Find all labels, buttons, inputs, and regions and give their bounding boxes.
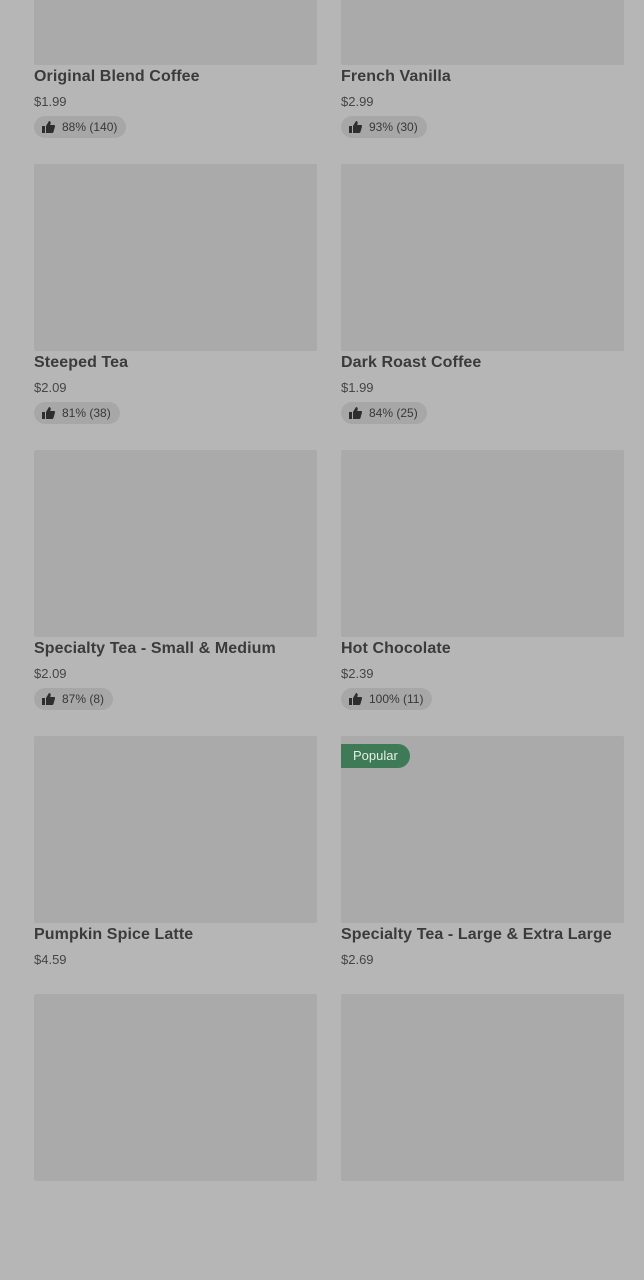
product-price: $4.59 (34, 952, 67, 967)
product-name[interactable]: Hot Chocolate (341, 640, 451, 658)
product-name[interactable]: Steeped Tea (34, 354, 128, 372)
thumbs-up-icon (349, 693, 362, 705)
product-image[interactable] (34, 736, 317, 923)
product-name[interactable]: Original Blend Coffee (34, 68, 200, 86)
product-price: $2.99 (341, 94, 374, 109)
rating-pill: 100% (11) (341, 688, 433, 710)
rating-text: 87% (8) (62, 692, 105, 706)
product-card[interactable]: Hot Chocolate $2.39 100% (11) (341, 450, 624, 736)
product-card[interactable]: Specialty Tea - Small & Medium $2.09 87%… (34, 450, 317, 736)
rating-pill: 93% (30) (341, 116, 427, 138)
product-price: $2.09 (34, 380, 67, 395)
product-card[interactable]: French Vanilla $2.99 93% (30) (341, 0, 624, 164)
rating-pill: 81% (38) (34, 402, 120, 424)
product-price: $1.99 (34, 94, 67, 109)
thumbs-up-icon (349, 407, 362, 419)
product-price: $1.99 (341, 380, 374, 395)
rating-text: 88% (140) (62, 120, 118, 134)
product-image[interactable] (341, 0, 624, 65)
rating-text: 93% (30) (369, 120, 418, 134)
product-image[interactable] (341, 164, 624, 351)
rating-text: 81% (38) (62, 406, 111, 420)
product-name[interactable]: Dark Roast Coffee (341, 354, 481, 372)
rating-pill: 84% (25) (341, 402, 427, 424)
rating-pill: 87% (8) (34, 688, 114, 710)
product-grid: Original Blend Coffee $1.99 88% (140) Fr… (34, 0, 624, 1280)
rating-text: 84% (25) (369, 406, 418, 420)
product-name[interactable]: Specialty Tea - Large & Extra Large (341, 926, 612, 944)
product-image[interactable] (34, 994, 317, 1181)
product-card[interactable] (34, 994, 317, 1280)
product-name[interactable]: Pumpkin Spice Latte (34, 926, 193, 944)
product-card[interactable]: Dark Roast Coffee $1.99 84% (25) (341, 164, 624, 450)
thumbs-up-icon (42, 121, 55, 133)
product-image[interactable] (34, 164, 317, 351)
product-name[interactable]: Specialty Tea - Small & Medium (34, 640, 276, 658)
product-card[interactable]: Popular Specialty Tea - Large & Extra La… (341, 736, 624, 994)
rating-pill: 88% (140) (34, 116, 127, 138)
product-image[interactable]: Popular (341, 736, 624, 923)
product-image[interactable] (341, 994, 624, 1181)
product-card[interactable] (341, 994, 624, 1280)
product-name[interactable]: French Vanilla (341, 68, 451, 86)
product-card[interactable]: Original Blend Coffee $1.99 88% (140) (34, 0, 317, 164)
product-card[interactable]: Steeped Tea $2.09 81% (38) (34, 164, 317, 450)
thumbs-up-icon (349, 121, 362, 133)
product-image[interactable] (34, 450, 317, 637)
thumbs-up-icon (42, 407, 55, 419)
thumbs-up-icon (42, 693, 55, 705)
product-price: $2.09 (34, 666, 67, 681)
product-price: $2.69 (341, 952, 374, 967)
product-price: $2.39 (341, 666, 374, 681)
product-image[interactable] (341, 450, 624, 637)
product-card[interactable]: Pumpkin Spice Latte $4.59 (34, 736, 317, 994)
product-image[interactable] (34, 0, 317, 65)
popular-badge: Popular (341, 744, 410, 768)
rating-text: 100% (11) (369, 692, 424, 706)
